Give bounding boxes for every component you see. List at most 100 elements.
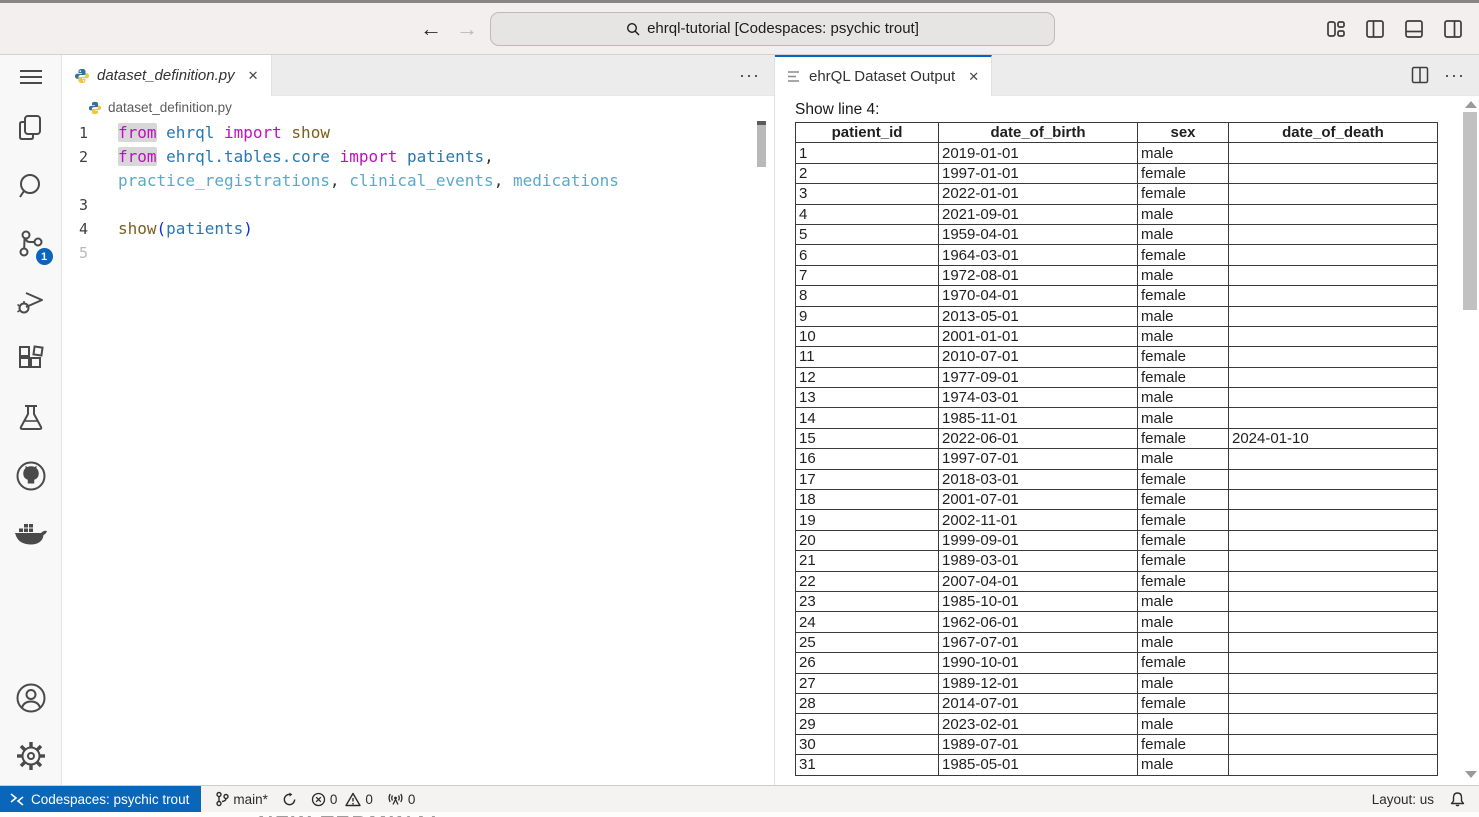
- address-search-bar[interactable]: ehrql-tutorial [Codespaces: psychic trou…: [490, 12, 1055, 46]
- errors-icon: [311, 792, 326, 807]
- sidebar-item-extensions[interactable]: [7, 331, 55, 389]
- sidebar-item-docker[interactable]: [7, 505, 55, 563]
- table-row: 201999-09-01female: [796, 530, 1438, 550]
- table-cell: 1989-07-01: [939, 734, 1138, 754]
- code-line[interactable]: 5: [62, 241, 774, 265]
- branch-indicator[interactable]: main*: [215, 791, 268, 807]
- extensions-icon: [16, 345, 46, 375]
- breadcrumb[interactable]: dataset_definition.py: [62, 96, 774, 119]
- table-cell: male: [1138, 673, 1229, 693]
- code-line[interactable]: 3: [62, 193, 774, 217]
- code-editor[interactable]: 1from ehrql import show2from ehrql.table…: [62, 119, 774, 785]
- sync-button[interactable]: [282, 792, 297, 807]
- toggle-secondary-sidebar-icon[interactable]: [1441, 17, 1465, 41]
- scroll-down-icon[interactable]: [1465, 771, 1477, 778]
- webview-scrollbar[interactable]: [1463, 96, 1478, 785]
- table-cell: [1229, 204, 1438, 224]
- tab-close-icon[interactable]: ✕: [968, 69, 979, 85]
- tab-title: ehrQL Dataset Output: [809, 68, 955, 85]
- forward-arrow-icon[interactable]: →: [456, 18, 478, 40]
- table-row: 222007-04-01female: [796, 571, 1438, 591]
- remote-indicator[interactable]: Codespaces: psychic trout: [0, 786, 201, 812]
- table-cell: [1229, 551, 1438, 571]
- table-cell: male: [1138, 224, 1229, 244]
- tab-ehrql-dataset-output[interactable]: ehrQL Dataset Output ✕: [775, 55, 992, 96]
- table-cell: female: [1138, 286, 1229, 306]
- account-button[interactable]: [7, 669, 55, 727]
- code-line[interactable]: 2from ehrql.tables.core import patients,: [62, 145, 774, 169]
- customize-layout-icon[interactable]: [1324, 17, 1348, 41]
- hamburger-menu-icon: [18, 68, 44, 86]
- more-actions-icon[interactable]: ···: [739, 65, 760, 86]
- more-actions-icon[interactable]: ···: [1444, 65, 1465, 86]
- remote-icon: [10, 793, 24, 806]
- table-row: 121977-09-01female: [796, 367, 1438, 387]
- settings-button[interactable]: [7, 727, 55, 785]
- table-cell: female: [1138, 163, 1229, 183]
- beaker-flask-icon: [17, 403, 45, 433]
- menu-button[interactable]: [7, 55, 55, 99]
- table-cell: female: [1138, 184, 1229, 204]
- ports-indicator[interactable]: 0: [387, 792, 416, 807]
- table-cell: 1985-05-01: [939, 755, 1138, 775]
- toggle-primary-sidebar-icon[interactable]: [1363, 17, 1387, 41]
- code-line[interactable]: practice_registrations, clinical_events,…: [62, 169, 774, 193]
- table-cell: 18: [796, 490, 939, 510]
- table-row: 71972-08-01male: [796, 265, 1438, 285]
- table-cell: 1989-12-01: [939, 673, 1138, 693]
- table-row: 131974-03-01male: [796, 388, 1438, 408]
- editor-scrollbar[interactable]: [757, 121, 766, 167]
- table-row: 51959-04-01male: [796, 224, 1438, 244]
- patients-table: patient_iddate_of_birthsexdate_of_death …: [795, 122, 1438, 776]
- table-cell: 4: [796, 204, 939, 224]
- sidebar-item-explorer[interactable]: [7, 99, 55, 157]
- column-header: sex: [1138, 123, 1229, 143]
- table-cell: 2001-01-01: [939, 326, 1138, 346]
- warnings-icon: [345, 792, 361, 807]
- table-cell: 2010-07-01: [939, 347, 1138, 367]
- scrollbar-thumb[interactable]: [1463, 112, 1477, 310]
- table-row: 192002-11-01female: [796, 510, 1438, 530]
- back-arrow-icon[interactable]: ←: [420, 18, 442, 40]
- sidebar-item-source-control[interactable]: 1: [7, 215, 55, 273]
- tab-dataset-definition[interactable]: dataset_definition.py ✕: [62, 55, 272, 96]
- bell-notifications-icon[interactable]: [1450, 791, 1465, 807]
- editor-group-right: ehrQL Dataset Output ✕ ··· Show line 4: …: [775, 55, 1479, 785]
- scroll-up-icon[interactable]: [1465, 101, 1477, 108]
- table-cell: 1974-03-01: [939, 388, 1138, 408]
- table-cell: [1229, 286, 1438, 306]
- table-row: 172018-03-01female: [796, 469, 1438, 489]
- code-line[interactable]: 1from ehrql import show: [62, 121, 774, 145]
- search-icon: [626, 22, 640, 36]
- code-line[interactable]: 4show(patients): [62, 217, 774, 241]
- table-cell: 30: [796, 734, 939, 754]
- table-row: 241962-06-01male: [796, 612, 1438, 632]
- table-cell: 15: [796, 428, 939, 448]
- table-cell: female: [1138, 490, 1229, 510]
- table-cell: 2001-07-01: [939, 490, 1138, 510]
- table-row: 282014-07-01female: [796, 693, 1438, 713]
- docker-whale-icon: [14, 520, 48, 548]
- layout-indicator[interactable]: Layout: us: [1372, 792, 1434, 807]
- tab-close-icon[interactable]: ✕: [248, 68, 259, 84]
- line-number: 3: [62, 193, 118, 217]
- table-row: 211989-03-01female: [796, 551, 1438, 571]
- table-cell: male: [1138, 714, 1229, 734]
- clipped-text-fragment: NEW TERMINAL: [258, 813, 445, 817]
- sidebar-item-search[interactable]: [7, 157, 55, 215]
- sidebar-item-github[interactable]: [7, 447, 55, 505]
- sidebar-item-testing[interactable]: [7, 389, 55, 447]
- table-cell: 19: [796, 510, 939, 530]
- table-cell: [1229, 326, 1438, 346]
- table-cell: 25: [796, 632, 939, 652]
- table-row: 61964-03-01female: [796, 245, 1438, 265]
- problems-indicator[interactable]: 0 0: [311, 792, 373, 807]
- toggle-panel-icon[interactable]: [1402, 17, 1426, 41]
- table-cell: male: [1138, 306, 1229, 326]
- table-cell: [1229, 653, 1438, 673]
- split-editor-icon[interactable]: [1410, 65, 1430, 85]
- table-cell: male: [1138, 408, 1229, 428]
- sidebar-item-run-debug[interactable]: [7, 273, 55, 331]
- table-cell: male: [1138, 449, 1229, 469]
- python-file-icon: [74, 68, 90, 84]
